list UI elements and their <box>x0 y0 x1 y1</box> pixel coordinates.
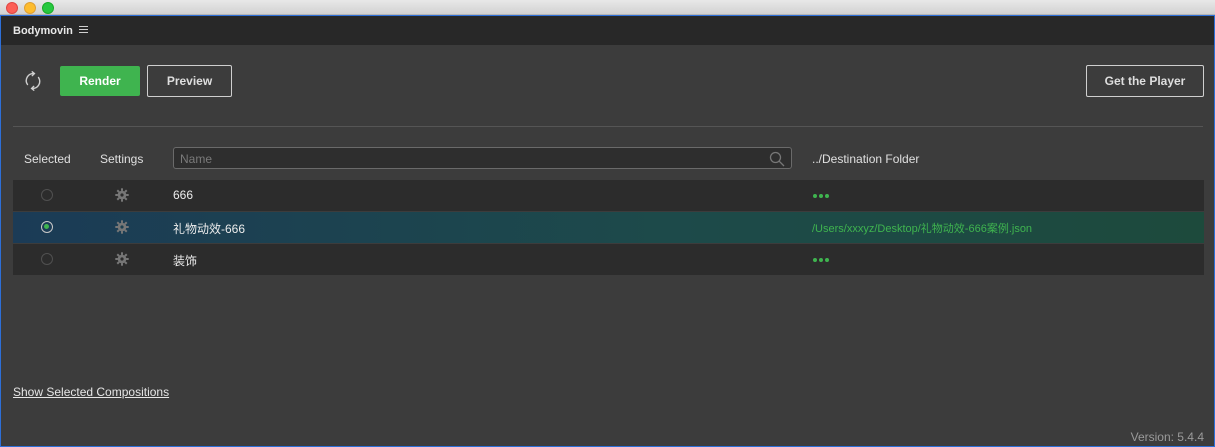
panel-title: Bodymovin <box>13 25 73 37</box>
composition-name: 装饰 <box>173 254 198 268</box>
version-label: Version: 5.4.4 <box>1130 430 1204 444</box>
composition-row[interactable]: 礼物动效-666 /Users/xxxyz/Desktop/礼物动效-666案例… <box>13 212 1204 243</box>
column-header-settings: Settings <box>100 152 144 166</box>
refresh-icon[interactable] <box>21 69 45 93</box>
composition-name: 礼物动效-666 <box>173 222 246 236</box>
column-header-selected: Selected <box>24 152 71 166</box>
panel-header: Bodymovin <box>1 16 1214 45</box>
column-header-destination: ../Destination Folder <box>812 152 920 166</box>
gear-icon[interactable] <box>115 252 129 266</box>
gear-icon[interactable] <box>115 188 129 202</box>
name-search-input[interactable] <box>178 150 762 168</box>
zoom-window-button[interactable] <box>42 2 54 14</box>
search-icon <box>769 151 785 167</box>
more-dots-icon[interactable] <box>813 258 833 264</box>
select-radio[interactable] <box>41 221 53 233</box>
name-search-field[interactable] <box>173 147 792 169</box>
get-the-player-button[interactable]: Get the Player <box>1086 65 1204 97</box>
render-button[interactable]: Render <box>60 66 140 96</box>
composition-name: 666 <box>173 188 194 202</box>
select-radio[interactable] <box>41 189 53 201</box>
toolbar-divider <box>13 126 1203 127</box>
bodymovin-panel: Bodymovin Render Preview Get the Player … <box>0 15 1215 447</box>
radio-checked-dot <box>44 224 49 229</box>
window-titlebar <box>0 0 1215 15</box>
minimize-window-button[interactable] <box>24 2 36 14</box>
destination-path-link[interactable]: /Users/xxxyz/Desktop/礼物动效-666案例.json <box>812 220 1032 236</box>
select-radio[interactable] <box>41 253 53 265</box>
gear-icon[interactable] <box>115 220 129 234</box>
hamburger-menu-icon[interactable] <box>79 26 88 34</box>
close-window-button[interactable] <box>6 2 18 14</box>
show-selected-compositions-link[interactable]: Show Selected Compositions <box>13 385 169 399</box>
more-dots-icon[interactable] <box>813 194 833 200</box>
composition-row[interactable]: 666 <box>13 180 1204 211</box>
composition-row[interactable]: 装饰 <box>13 244 1204 275</box>
preview-button[interactable]: Preview <box>147 65 232 97</box>
